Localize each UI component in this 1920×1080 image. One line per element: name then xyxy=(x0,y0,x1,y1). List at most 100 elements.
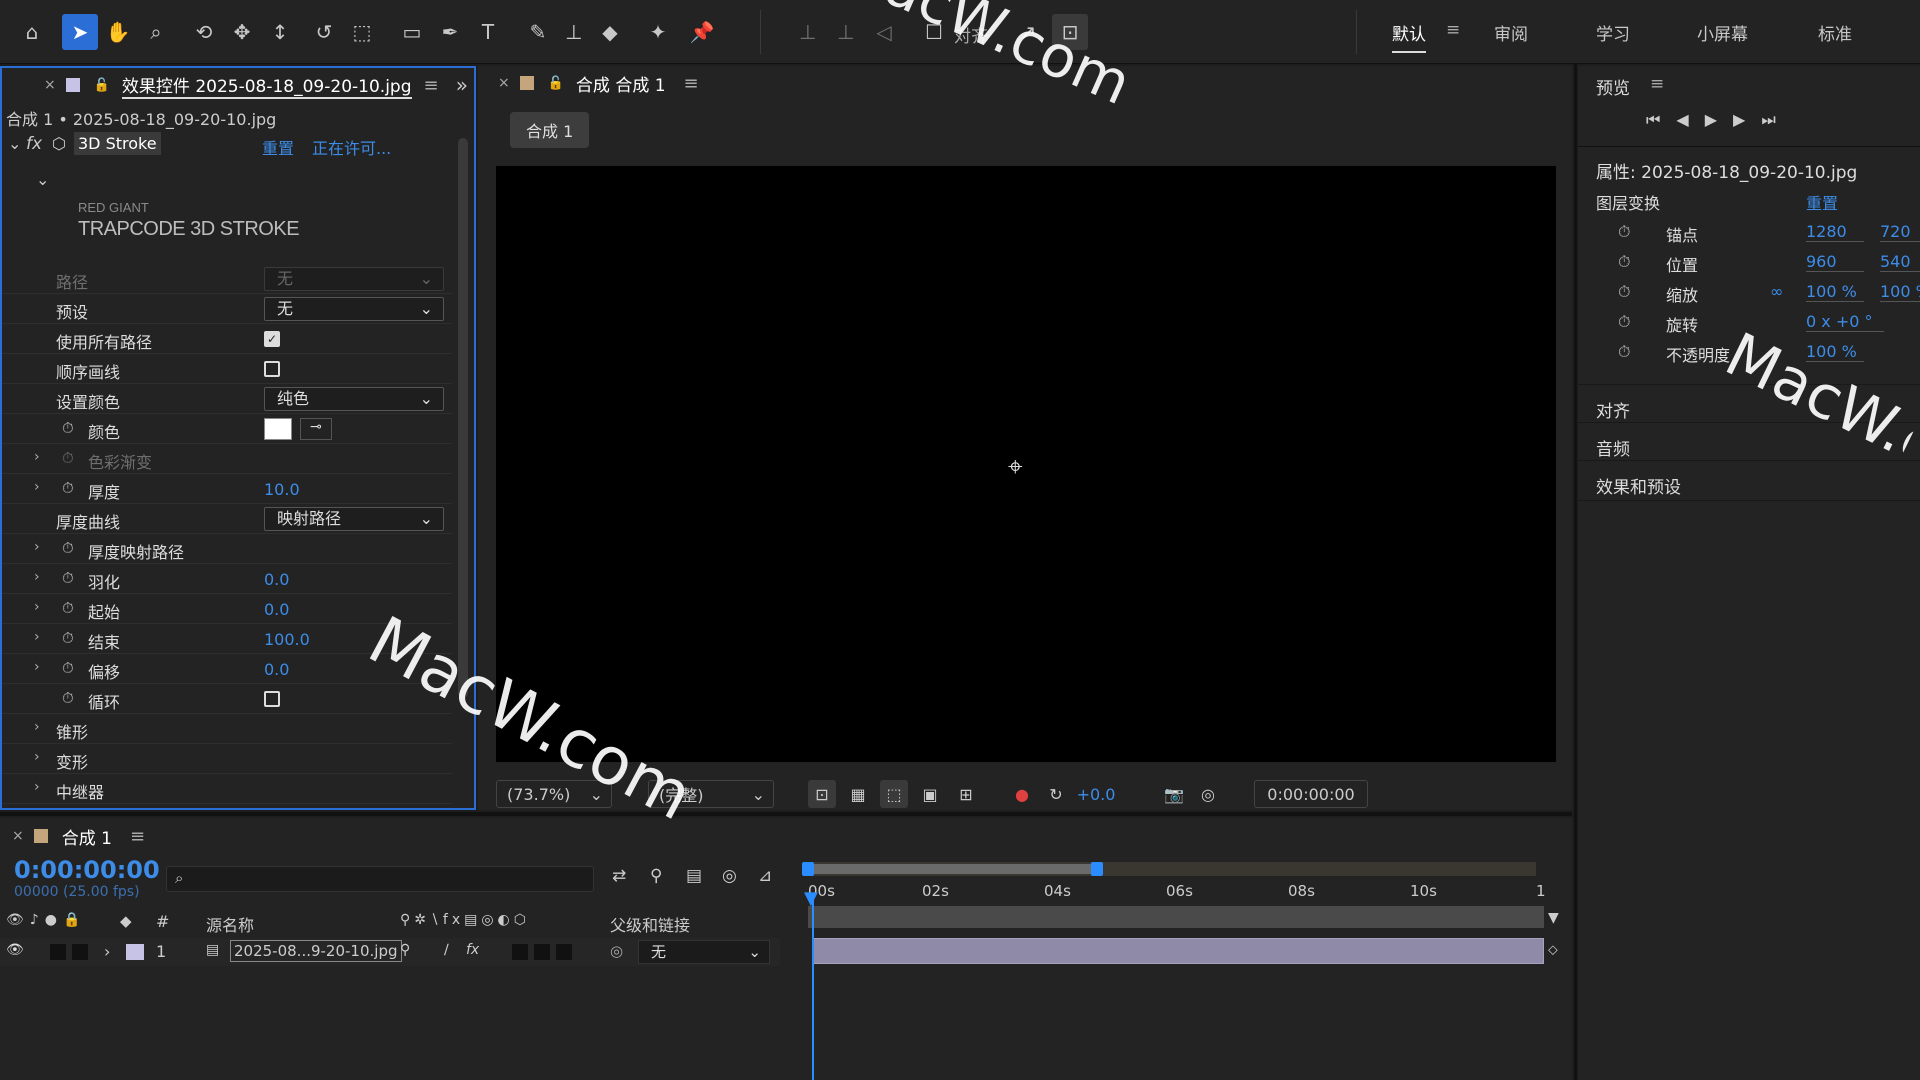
motion-blur-icon[interactable]: ◎ xyxy=(722,866,737,886)
exposure-value[interactable]: +0.0 xyxy=(1076,780,1116,808)
audio-icon[interactable]: ♪ xyxy=(30,912,45,928)
selection-icon[interactable]: ➤ xyxy=(62,14,98,50)
licensing-link[interactable]: 正在许可... xyxy=(312,135,391,159)
quality-switch-icon[interactable]: ∕ xyxy=(444,942,449,958)
brush-icon[interactable]: ✎ xyxy=(520,14,556,50)
dolly-icon[interactable]: ↕ xyxy=(262,14,298,50)
audio-section[interactable]: 音频 xyxy=(1578,422,1920,460)
stopwatch-icon[interactable]: ⏱ xyxy=(1618,312,1630,332)
align-section[interactable]: 对齐 xyxy=(1578,384,1920,422)
sequential-checkbox[interactable] xyxy=(264,361,280,377)
comp-subtab[interactable]: 合成 1 xyxy=(510,112,590,148)
layer-name[interactable]: 2025-08...9-20-10.jpg xyxy=(230,940,402,962)
pin-icon[interactable]: 📌 xyxy=(684,14,720,50)
panel-menu-icon[interactable]: ≡ xyxy=(130,826,145,847)
fx-icon[interactable]: fx xyxy=(26,134,42,154)
stopwatch-icon[interactable]: ⏱ xyxy=(1618,222,1630,242)
lock-icon[interactable]: 🔒 xyxy=(63,912,86,928)
effect-header-row[interactable]: ⌄ fx ⬡ 3D Stroke 重置 正在许可... xyxy=(2,132,454,160)
eraser-icon[interactable]: ◆ xyxy=(592,14,628,50)
home-icon[interactable]: ⌂ xyxy=(14,14,50,50)
fast-preview-icon[interactable]: ⊡ xyxy=(808,780,836,808)
panel-menu-icon[interactable]: ≡ xyxy=(684,73,699,94)
layer-duration-bar[interactable] xyxy=(812,938,1544,964)
type-icon[interactable]: T xyxy=(470,14,506,50)
lock-icon[interactable]: 🔓 xyxy=(94,78,110,93)
frame-blending-icon[interactable]: ▤ xyxy=(686,866,702,886)
stopwatch-icon[interactable]: ⏱ xyxy=(62,659,74,677)
eye-icon[interactable]: 👁 xyxy=(6,912,30,928)
rotate-icon[interactable]: ↺ xyxy=(306,14,342,50)
anchor-point-icon[interactable]: ⌖ xyxy=(1008,452,1023,483)
stopwatch-icon[interactable]: ⏱ xyxy=(62,569,74,587)
expand-chevron-icon[interactable]: › xyxy=(34,539,40,555)
solo-icon[interactable]: ● xyxy=(45,912,63,928)
stopwatch-icon[interactable]: ⏱ xyxy=(1618,252,1630,272)
position-y-value[interactable]: 540 xyxy=(1880,252,1920,272)
start-value[interactable]: 0.0 xyxy=(264,600,289,619)
feather-value[interactable]: 0.0 xyxy=(264,570,289,589)
snap-checkbox-icon[interactable]: ☐ xyxy=(914,14,954,50)
layer-search-input[interactable]: ⌕ xyxy=(166,866,594,892)
stopwatch-icon[interactable]: ⏱ xyxy=(62,419,74,437)
effect-controls-title[interactable]: 效果控件 2025-08-18_09-20-10.jpg xyxy=(121,72,412,99)
stopwatch-icon[interactable]: ⏱ xyxy=(62,479,74,497)
zoom-dropdown[interactable]: (73.7%) ⌄ xyxy=(496,780,612,808)
axis-local-icon[interactable]: ⊥ xyxy=(790,14,826,50)
stopwatch-icon[interactable]: ⏱ xyxy=(62,449,74,467)
audio-toggle[interactable] xyxy=(50,944,66,960)
expand-chevron-icon[interactable]: › xyxy=(34,599,40,615)
lock-icon[interactable]: 🔓 xyxy=(548,76,564,91)
first-frame-icon[interactable]: ⏮ xyxy=(1646,110,1676,129)
plugin-expand-chevron-icon[interactable]: ⌄ xyxy=(36,170,49,189)
set-color-dropdown[interactable]: 纯色 ⌄ xyxy=(264,387,444,411)
close-icon[interactable]: × xyxy=(44,77,56,93)
color-swatch[interactable] xyxy=(264,418,292,440)
hand-icon[interactable]: ✋ xyxy=(100,14,136,50)
workspace-review[interactable]: 审阅 xyxy=(1494,20,1528,45)
layer-row[interactable]: 👁 › 1 ▤ 2025-08...9-20-10.jpg ⚲ ∕ fx ◎ 无… xyxy=(0,938,780,966)
expand-chevron-icon[interactable]: › xyxy=(34,719,40,735)
workspace-standard[interactable]: 标准 xyxy=(1818,20,1852,45)
current-time-display[interactable]: 0:00:00:00 xyxy=(1254,780,1368,808)
playhead-line[interactable] xyxy=(812,898,814,1080)
taper-curve-dropdown[interactable]: 映射路径 ⌄ xyxy=(264,507,444,531)
snapshot-icon[interactable]: 📷 xyxy=(1160,780,1188,808)
stopwatch-icon[interactable]: ⏱ xyxy=(1618,282,1630,302)
grid-guides-icon[interactable]: ⊞ xyxy=(952,780,980,808)
layer-end-icon[interactable]: ⬦ xyxy=(1548,942,1558,958)
region-of-interest-icon[interactable]: ▣ xyxy=(916,780,944,808)
orbit-icon[interactable]: ⟲ xyxy=(186,14,222,50)
expand-chevron-icon[interactable]: › xyxy=(34,569,40,585)
show-snapshot-icon[interactable]: ◎ xyxy=(1194,780,1222,808)
workspace-small-screen[interactable]: 小屏幕 xyxy=(1697,20,1748,45)
work-area-start-handle[interactable] xyxy=(802,862,814,876)
expand-chevron-icon[interactable]: › xyxy=(34,479,40,495)
mask-visibility-icon[interactable]: ⬚ xyxy=(880,780,908,808)
stopwatch-icon[interactable]: ⏱ xyxy=(62,539,74,557)
anchor-y-value[interactable]: 720 xyxy=(1880,222,1920,242)
reset-button[interactable]: 重置 xyxy=(262,135,294,159)
panel-menu-icon[interactable]: ≡ xyxy=(424,75,439,96)
parent-dropdown[interactable]: 无 ⌄ xyxy=(638,940,770,964)
graph-editor-icon[interactable]: ⊿ xyxy=(758,866,772,886)
expand-chevron-icon[interactable]: › xyxy=(34,629,40,645)
comp-duration-bar[interactable] xyxy=(808,906,1544,928)
close-icon[interactable]: × xyxy=(498,75,510,91)
play-icon[interactable]: ▶ xyxy=(1705,110,1733,129)
effects-presets-section[interactable]: 效果和预设 xyxy=(1578,460,1920,498)
switch-box[interactable] xyxy=(556,944,572,960)
work-area-track[interactable] xyxy=(802,862,1536,876)
stopwatch-icon[interactable]: ⏱ xyxy=(62,629,74,647)
solo-toggle[interactable] xyxy=(72,944,88,960)
pan-icon[interactable]: ✥ xyxy=(224,14,260,50)
transparency-grid-icon[interactable]: ▦ xyxy=(844,780,872,808)
comp-flowchart-icon[interactable]: ⇄ xyxy=(612,866,626,886)
roto-icon[interactable]: ✦ xyxy=(640,14,676,50)
snap-arrow-icon[interactable]: ↗ xyxy=(1010,14,1046,50)
last-frame-icon[interactable]: ⏭ xyxy=(1761,110,1791,129)
stopwatch-icon[interactable]: ⏱ xyxy=(62,599,74,617)
link-icon[interactable]: ∞ xyxy=(1770,282,1783,301)
eyedropper-icon[interactable]: ⊸ xyxy=(300,418,332,440)
expand-chevron-icon[interactable]: › xyxy=(104,942,110,961)
